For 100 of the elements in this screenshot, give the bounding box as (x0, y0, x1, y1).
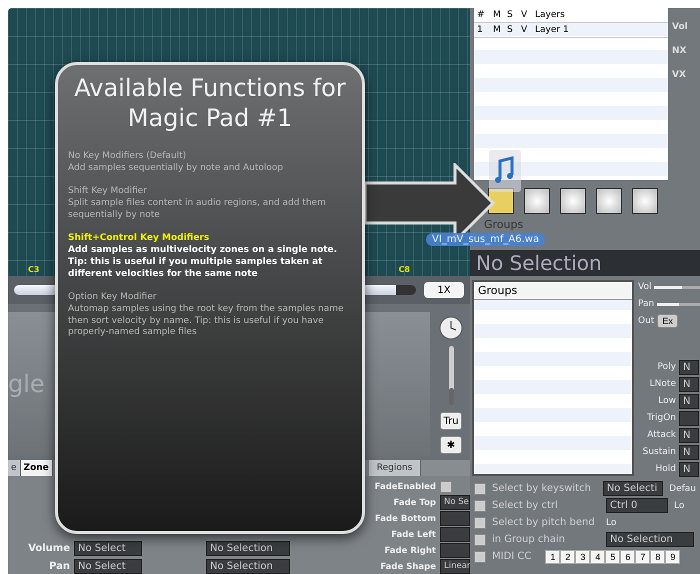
list-header: Groups (474, 282, 632, 300)
value-field[interactable] (440, 543, 470, 558)
table-cell-text: 1 (476, 25, 484, 35)
param-label: LNote (648, 379, 676, 389)
param-label: Defau (669, 484, 696, 494)
vertical-slider[interactable] (448, 346, 454, 406)
magic-pad[interactable] (596, 188, 622, 214)
clock-icon[interactable] (439, 316, 463, 340)
option-label: in Group chain (492, 534, 566, 545)
param-label: VX (672, 70, 687, 80)
value-field[interactable]: N (679, 376, 699, 392)
channel-button[interactable]: 7 (635, 550, 650, 564)
param-label: NX (672, 46, 688, 56)
solo-toggle[interactable]: S (504, 25, 518, 35)
modifier-heading: Shift Key Modifier (68, 186, 148, 198)
dragged-file-name: VI_mV_sus_mf_A6.wa (426, 233, 546, 246)
zoom-select[interactable]: 1X (424, 282, 464, 298)
value-field[interactable]: N (679, 444, 699, 460)
checkbox[interactable] (474, 500, 486, 512)
channel-button[interactable]: 6 (620, 550, 636, 564)
param-label: Lo (606, 518, 616, 528)
group-name-header: No Selection (470, 250, 700, 276)
field-label: Fade Bottom (374, 512, 436, 526)
checkbox[interactable] (474, 516, 486, 528)
modifier-description: Automap samples using the root key from the samples name then sort velocity by name. Tip: this is useful if you have properly-named sample files (68, 304, 345, 339)
audio-file-icon (488, 149, 522, 193)
layer-name[interactable]: Layer 1 (532, 25, 668, 35)
tab[interactable]: Regions (368, 460, 422, 476)
value-field[interactable]: No Selection (206, 559, 290, 574)
column-header: Layers (534, 10, 566, 20)
checkbox[interactable] (474, 534, 486, 546)
param-label: Hold (654, 464, 676, 474)
tool-button[interactable]: Tru (440, 412, 462, 430)
tool-button[interactable]: ✱ (440, 436, 462, 454)
param-label: Pan (638, 299, 654, 309)
value-field[interactable]: No Selection (606, 532, 694, 547)
value-field[interactable]: N (679, 360, 699, 374)
value-field[interactable]: No Se (440, 495, 470, 510)
magic-pad[interactable] (488, 188, 514, 214)
channel-button[interactable]: 3 (575, 550, 590, 564)
column-header: V (520, 10, 528, 20)
modifier-description: Add samples as multivelocity zones on a single note. Tip: this is useful if you multiple samples taken at different velocities for the same note (68, 245, 338, 280)
groups-list[interactable]: Groups (472, 280, 634, 476)
option-label: Select by keyswitch (492, 483, 592, 494)
param-slider[interactable] (654, 286, 700, 288)
param-label: Poly (656, 362, 676, 372)
groups-label: Groups (483, 218, 524, 232)
checkbox[interactable] (474, 482, 486, 494)
magic-pad[interactable] (524, 188, 550, 214)
tab[interactable]: Zone (20, 460, 53, 476)
value-field[interactable]: Ctrl 0 (606, 498, 668, 513)
magic-pad[interactable] (632, 188, 658, 214)
value-field[interactable]: N (679, 428, 699, 442)
modifier-heading: Option Key Modifier (68, 292, 158, 304)
channel-button[interactable]: 8 (650, 550, 666, 564)
checkbox[interactable] (440, 480, 452, 492)
param-label: TrigOn (646, 413, 676, 423)
param-label: Out (638, 316, 654, 326)
output-button[interactable]: Ex (657, 314, 678, 328)
note-label: C8 (398, 265, 410, 274)
param-label: Vol (638, 282, 652, 292)
value-field[interactable]: No Select (74, 559, 142, 574)
value-field[interactable] (440, 527, 470, 542)
option-label: MIDI CC (492, 551, 532, 562)
value-field[interactable]: No Selecti (602, 481, 664, 496)
value-field[interactable] (440, 511, 470, 526)
mute-toggle[interactable]: M (490, 25, 504, 35)
channel-button[interactable]: 2 (560, 550, 576, 564)
value-field[interactable]: No Select (74, 541, 142, 556)
note-label: C3 (28, 265, 40, 274)
value-field[interactable] (679, 410, 699, 426)
param-slider[interactable] (657, 302, 700, 306)
field-label: Pan (48, 560, 70, 574)
param-label: Lo (674, 500, 684, 510)
visible-toggle[interactable]: V (518, 25, 532, 35)
channel-button[interactable]: 4 (590, 550, 606, 564)
channel-button[interactable]: 5 (605, 550, 620, 564)
field-label: Volume (27, 542, 70, 556)
value-field[interactable]: N (679, 462, 699, 476)
column-header: M (492, 10, 502, 20)
modifier-description: Split sample files content in audio regions, and add them sequentially by note (68, 198, 327, 222)
value-field[interactable]: N (679, 394, 699, 408)
channel-button[interactable]: 1 (545, 550, 560, 564)
option-label: Select by ctrl (492, 500, 559, 511)
tab[interactable]: e (8, 460, 21, 476)
value-field[interactable]: Linear (440, 559, 470, 574)
modifier-heading: No Key Modifiers (Default) (68, 151, 188, 163)
param-label: Vol (672, 22, 689, 32)
param-label: Sustain (642, 447, 676, 457)
checkbox[interactable] (474, 550, 486, 562)
value-field[interactable]: No Selection (206, 541, 290, 556)
param-label: Attack (646, 430, 676, 440)
column-header: S (506, 10, 514, 20)
channel-button[interactable]: 9 (665, 550, 680, 564)
option-label: Select by pitch bend (492, 517, 596, 528)
magic-pad[interactable] (560, 188, 586, 214)
param-label: Low (657, 396, 676, 406)
field-label: FadeEnabled (374, 480, 436, 494)
popup-title: Available Functions for Magic Pad #1 (73, 73, 347, 133)
field-label: Fade Shape (379, 560, 436, 574)
